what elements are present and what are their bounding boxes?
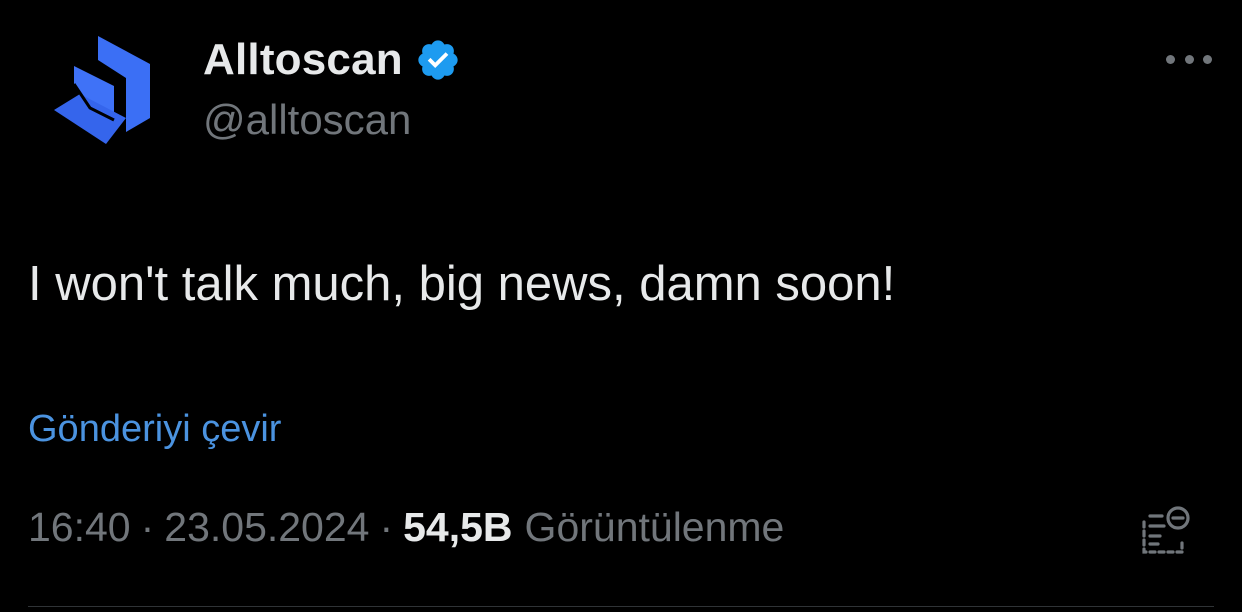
- alltoscan-logo-icon: [54, 36, 150, 144]
- verified-badge-icon: [418, 40, 458, 80]
- author-display-name[interactable]: Alltoscan: [203, 35, 403, 85]
- more-options-icon[interactable]: [1166, 44, 1212, 74]
- post-meta: 16:40 · 23.05.2024 · 54,5B Görüntülenme: [28, 504, 784, 551]
- author-name-row: Alltoscan: [203, 30, 461, 90]
- meta-separator: ·: [140, 504, 155, 550]
- more-dot: [1203, 54, 1212, 64]
- post-text: I won't talk much, big news, damn soon!: [28, 257, 896, 311]
- divider: [28, 606, 1214, 607]
- post-time[interactable]: 16:40: [28, 504, 131, 551]
- views-label: Görüntülenme: [524, 504, 785, 550]
- avatar[interactable]: [40, 22, 170, 152]
- post-analytics-icon[interactable]: [1138, 502, 1192, 558]
- more-dot: [1166, 54, 1175, 64]
- translate-post-link[interactable]: Gönderiyi çevir: [28, 408, 281, 451]
- meta-separator: ·: [379, 504, 394, 550]
- more-dot: [1184, 54, 1194, 64]
- post-date[interactable]: 23.05.2024: [164, 504, 369, 551]
- author-handle[interactable]: @alltoscan: [203, 96, 411, 144]
- views-count: 54,5B: [403, 504, 513, 550]
